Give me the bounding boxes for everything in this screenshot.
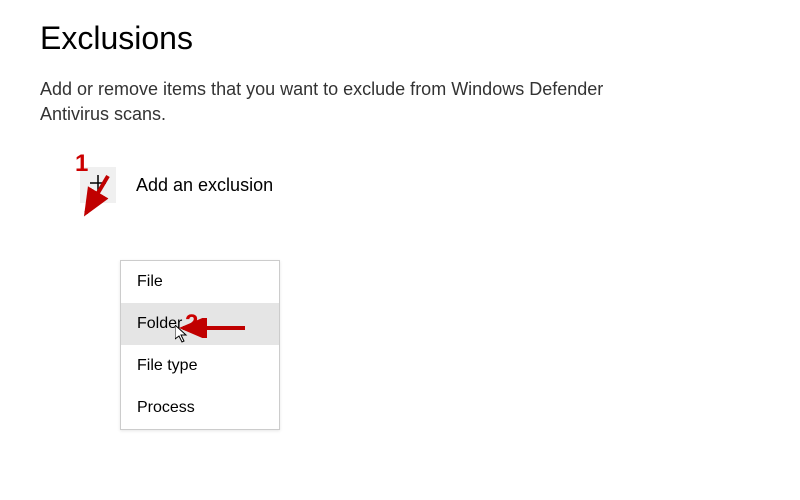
add-exclusion-button[interactable] [80,167,116,203]
plus-icon [88,173,108,198]
menu-item-process[interactable]: Process [121,387,279,429]
menu-item-file-type[interactable]: File type [121,345,279,387]
exclusion-type-menu: File Folder File type Process [120,260,280,430]
menu-item-folder[interactable]: Folder [121,303,279,345]
menu-item-file[interactable]: File [121,261,279,303]
page-title: Exclusions [40,20,760,57]
add-exclusion-row: Add an exclusion [40,167,760,203]
add-exclusion-label: Add an exclusion [136,175,273,196]
page-description: Add or remove items that you want to exc… [40,77,640,127]
